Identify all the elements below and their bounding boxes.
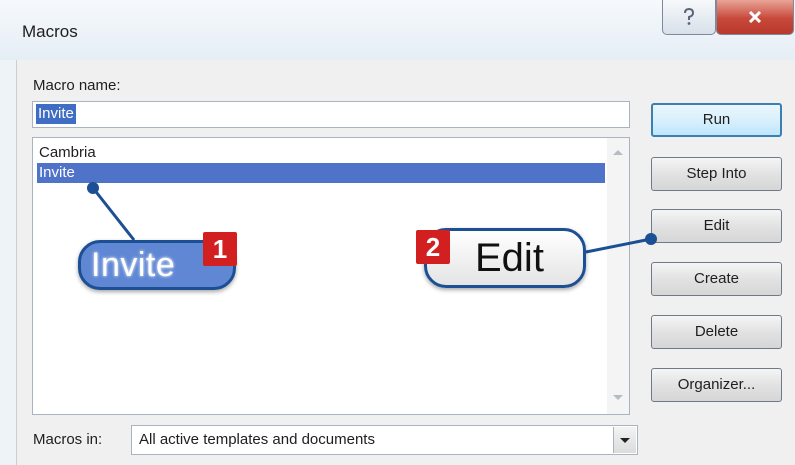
callout-2-dot	[645, 233, 657, 245]
step-badge-2: 2	[416, 230, 450, 264]
callout-2-line	[585, 237, 652, 254]
step-badge-1: 1	[203, 232, 237, 266]
callout-1-line	[91, 187, 136, 241]
macros-dialog: Macros Macro name: Invite Cambria Invite…	[0, 0, 795, 465]
callout-invite-text: Invite	[91, 246, 176, 284]
callout-connectors	[87, 182, 657, 254]
callout-1-dot	[87, 182, 99, 194]
callout-edit-text: Edit	[475, 236, 544, 280]
